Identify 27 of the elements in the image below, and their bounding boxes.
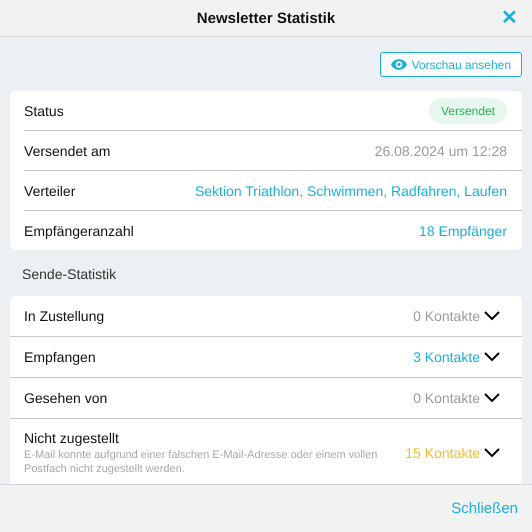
chevron-down-icon[interactable] [484,352,500,362]
stat-label: In Zustellung [24,308,106,324]
contact-count: 15 Kontakte [405,444,480,460]
preview-button[interactable]: Vorschau ansehen [380,52,522,77]
stat-label: Nicht zugestellt [24,430,120,446]
detail-value: 26.08.2024 um 12:28 [374,142,507,158]
contact-count: 0 Kontakte [413,390,480,406]
close-button[interactable]: ✕ [497,6,522,30]
detail-label: Status [24,102,64,118]
stat-description: E-Mail konnte aufgrund einer falschen E-Mail-Adresse oder einem vollen Postfach nicht zugestellt werden. [24,448,378,476]
chevron-down-icon[interactable] [484,393,500,403]
contact-count: 0 Kontakte [413,308,480,324]
detail-link[interactable]: Sektion Triathlon, Schwimmen, Radfahren, Laufen [194,182,507,198]
detail-label: Verteiler [24,182,76,198]
window-title: Newsletter Statistik [196,10,336,26]
detail-label: Empfängeranzahl [24,222,134,238]
chevron-down-icon[interactable] [484,311,500,321]
stat-label: Gesehen von [24,390,108,406]
contact-count: 3 Kontakte [413,349,480,365]
detail-label: Versendet am [24,142,110,158]
detail-link[interactable]: 18 Empfänger [419,222,507,238]
stat-label: Empfangen [24,349,97,365]
eye-icon [390,59,407,70]
close-text-button[interactable]: Schließen [451,496,518,521]
status-badge: Versendet [428,98,507,124]
chevron-down-icon[interactable] [484,448,500,458]
section-title: Sende-Statistik [21,265,118,284]
